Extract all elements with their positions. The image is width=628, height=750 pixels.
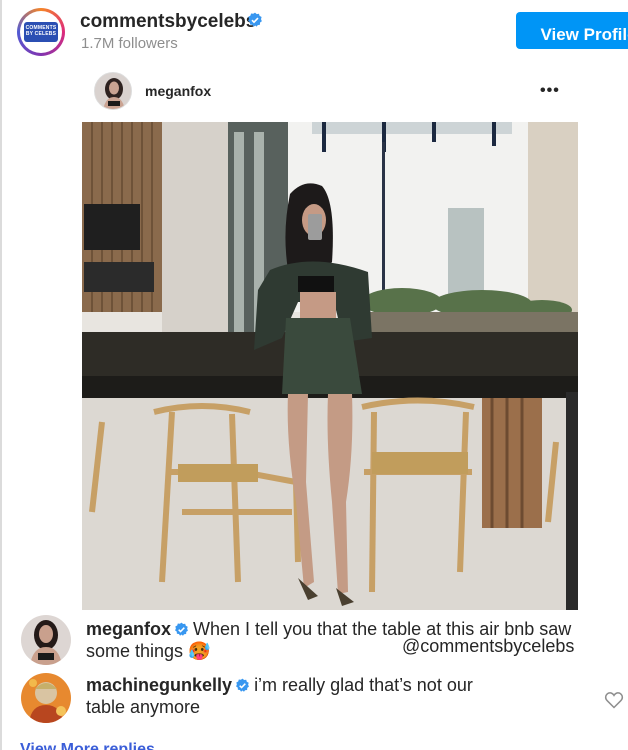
comment-text-line2: table anymore	[86, 696, 200, 718]
view-more-replies-link[interactable]: View More replies	[20, 741, 155, 750]
account-name[interactable]: commentsbycelebs	[80, 11, 256, 33]
verified-badge-icon	[175, 622, 188, 636]
verified-badge-icon	[236, 678, 249, 692]
brand-logo: COMMENTS BY CELEBS	[24, 22, 58, 42]
verified-badge-icon	[248, 12, 262, 27]
post-username[interactable]: meganfox	[145, 83, 211, 99]
avatar-portrait	[95, 73, 131, 109]
comment-text-line2: some things 🥵	[86, 640, 211, 662]
comment-text: machinegunkelly i’m really glad that’s no…	[86, 674, 473, 696]
comment-body-line2: table anymore	[86, 697, 201, 717]
follower-count: 1.7M followers	[81, 35, 178, 52]
post-image[interactable]	[82, 122, 578, 610]
comment-body-line2: some things	[86, 641, 184, 661]
heart-like-icon[interactable]	[604, 690, 624, 710]
account-avatar[interactable]: COMMENTS BY CELEBS	[17, 8, 65, 56]
watermark: @commentsbycelebs	[402, 636, 575, 656]
commenter-avatar[interactable]	[21, 673, 71, 723]
view-profile-button[interactable]: View Profile	[516, 12, 628, 49]
profile-header: COMMENTS BY CELEBS commentsbycelebs 1.7M…	[0, 0, 628, 64]
avatar-portrait	[21, 615, 71, 665]
hot-face-emoji-icon: 🥵	[188, 641, 211, 661]
commenter-avatar[interactable]	[21, 615, 71, 665]
avatar-portrait	[21, 673, 71, 723]
comment-body-line1: i’m really glad that’s not our	[254, 675, 473, 695]
comment-username[interactable]: machinegunkelly	[86, 675, 232, 695]
post-photo-illustration	[82, 122, 578, 610]
comment-item: machinegunkelly i’m really glad that’s no…	[0, 668, 628, 728]
more-options-icon[interactable]: •••	[540, 82, 560, 100]
comment-username[interactable]: meganfox	[86, 619, 171, 639]
post-author-avatar[interactable]	[94, 72, 132, 110]
